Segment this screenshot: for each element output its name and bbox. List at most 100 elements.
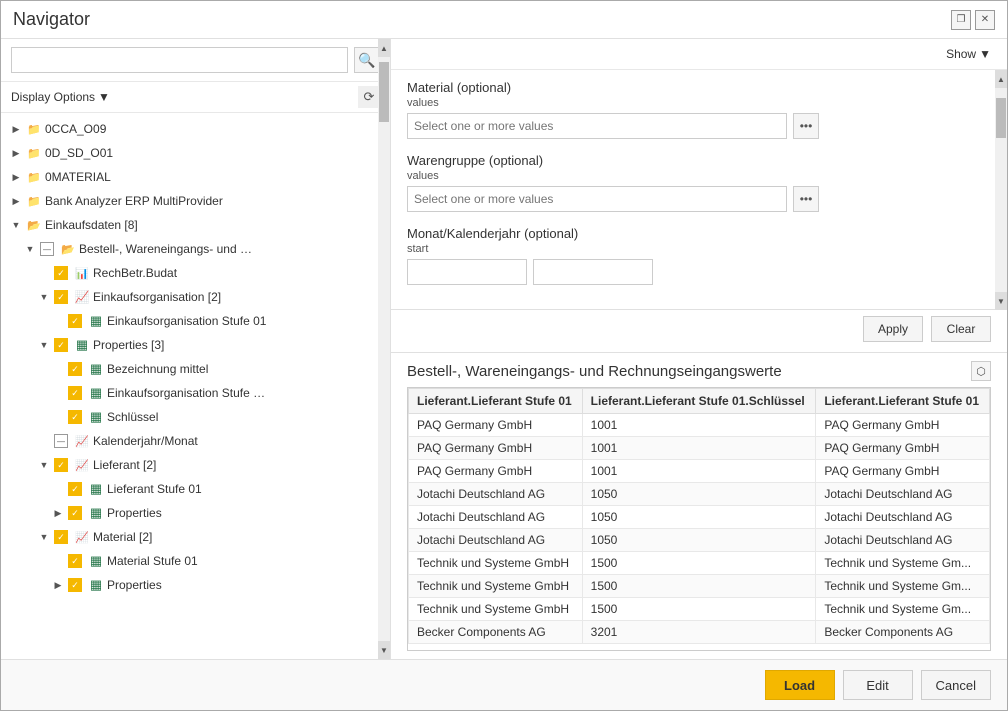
- cell: Technik und Systeme GmbH: [409, 575, 583, 598]
- cell: 1500: [582, 575, 816, 598]
- load-button[interactable]: Load: [765, 670, 835, 700]
- tree-item-bank[interactable]: 📁 Bank Analyzer ERP MultiProvider: [1, 189, 390, 213]
- param-group-material: Material (optional) values •••: [407, 80, 991, 139]
- param-input-warengruppe[interactable]: [407, 186, 787, 212]
- title-bar: Navigator ❐ ✕: [1, 1, 1007, 39]
- col-header-1: Lieferant.Lieferant Stufe 01: [409, 389, 583, 414]
- param-dots-button-material[interactable]: •••: [793, 113, 819, 139]
- tree-item-rechbetr[interactable]: 📊 RechBetr.Budat: [1, 261, 390, 285]
- params-scroll-down[interactable]: ▼: [995, 292, 1007, 310]
- cell: Becker Components AG: [409, 621, 583, 644]
- search-input[interactable]: [11, 47, 348, 73]
- param-input-monat-end[interactable]: [533, 259, 653, 285]
- tree-item-bezeichnung[interactable]: ▦ Bezeichnung mittel: [1, 357, 390, 381]
- clear-button[interactable]: Clear: [931, 316, 991, 342]
- cell: PAQ Germany GmbH: [816, 460, 990, 483]
- right-panel: Show ▼ Material (optional) values •••: [391, 39, 1007, 659]
- param-sublabel-monat: start: [407, 243, 991, 255]
- show-arrow: ▼: [979, 47, 991, 61]
- param-input-monat[interactable]: [407, 259, 527, 285]
- item-label: Einkaufsorganisation Stufe 01: [107, 314, 266, 328]
- measure-icon: 📈: [74, 457, 90, 473]
- parameters-section: Material (optional) values ••• Warengrup…: [391, 70, 1007, 310]
- edit-button[interactable]: Edit: [843, 670, 913, 700]
- item-label: Kalenderjahr/Monat: [93, 434, 198, 448]
- expand-arrow: [51, 386, 65, 400]
- chart-icon: 📊: [74, 265, 90, 281]
- scroll-down-button[interactable]: ▼: [378, 641, 390, 659]
- tree-item-kalenderjahr[interactable]: 📈 Kalenderjahr/Monat: [1, 429, 390, 453]
- expand-arrow: [9, 218, 23, 232]
- expand-arrow: [51, 554, 65, 568]
- left-scrollbar: ▲ ▼: [378, 39, 390, 659]
- table-icon: ▦: [88, 361, 104, 377]
- checkbox-checked: [54, 458, 68, 472]
- tree-item-0cca[interactable]: 📁 0CCA_O09: [1, 117, 390, 141]
- param-label-warengruppe: Warengruppe (optional): [407, 153, 991, 168]
- params-scroll-thumb: [996, 98, 1006, 138]
- parameters-area: Material (optional) values ••• Warengrup…: [391, 70, 1007, 310]
- tree-item-material[interactable]: 📈 Material [2]: [1, 525, 390, 549]
- tree-item-bestell[interactable]: 📂 Bestell-, Wareneingangs- und Rechnungs…: [1, 237, 390, 261]
- expand-arrow: [9, 194, 23, 208]
- param-input-material[interactable]: [407, 113, 787, 139]
- item-label: Material Stufe 01: [107, 554, 198, 568]
- cell: 1001: [582, 414, 816, 437]
- table-body: PAQ Germany GmbH1001PAQ Germany GmbH PAQ…: [409, 414, 990, 644]
- table-header: Lieferant.Lieferant Stufe 01 Lieferant.L…: [409, 389, 990, 414]
- folder-open-icon: 📂: [26, 217, 42, 233]
- checkbox-checked: [54, 530, 68, 544]
- expand-arrow: [37, 266, 51, 280]
- cell: Jotachi Deutschland AG: [409, 529, 583, 552]
- tree-item-material-stufe[interactable]: ▦ Material Stufe 01: [1, 549, 390, 573]
- tree-item-einkaufsdaten[interactable]: 📂 Einkaufsdaten [8]: [1, 213, 390, 237]
- checkbox-checked: [54, 338, 68, 352]
- cell: Jotachi Deutschland AG: [409, 483, 583, 506]
- tree-item-properties1[interactable]: ▦ Properties [3]: [1, 333, 390, 357]
- tree-item-schluessel[interactable]: ▦ Schlüssel: [1, 405, 390, 429]
- param-sublabel-material: values: [407, 97, 991, 109]
- tree-item-lieferant-stufe[interactable]: ▦ Lieferant Stufe 01: [1, 477, 390, 501]
- tree-item-0d[interactable]: 📁 0D_SD_O01: [1, 141, 390, 165]
- cancel-button[interactable]: Cancel: [921, 670, 991, 700]
- preview-title: Bestell-, Wareneingangs- und Rechnungsei…: [407, 363, 782, 380]
- table-row: PAQ Germany GmbH1001PAQ Germany GmbH: [409, 437, 990, 460]
- params-scroll-up[interactable]: ▲: [995, 70, 1007, 88]
- table-wrapper[interactable]: Lieferant.Lieferant Stufe 01 Lieferant.L…: [407, 387, 991, 651]
- tree-item-properties2[interactable]: ▦ Properties: [1, 501, 390, 525]
- tree-item-properties3[interactable]: ▦ Properties: [1, 573, 390, 597]
- tree-item-0mat[interactable]: 📁 0MATERIAL: [1, 165, 390, 189]
- search-bar: 🔍: [1, 39, 390, 82]
- refresh-button[interactable]: ⟳: [358, 86, 380, 108]
- tree-item-einkaufsorg-unique[interactable]: ▦ Einkaufsorganisation Stufe 01.UniqueNa…: [1, 381, 390, 405]
- display-options-button[interactable]: Display Options ▼: [11, 90, 110, 104]
- measure-icon: 📈: [74, 529, 90, 545]
- cell: Jotachi Deutschland AG: [409, 506, 583, 529]
- table-icon: ▦: [88, 481, 104, 497]
- table-row: Jotachi Deutschland AG1050Jotachi Deutsc…: [409, 506, 990, 529]
- cell: 1050: [582, 506, 816, 529]
- cell: 3201: [582, 621, 816, 644]
- tree-item-einkaufsorg[interactable]: 📈 Einkaufsorganisation [2]: [1, 285, 390, 309]
- restore-button[interactable]: ❐: [951, 10, 971, 30]
- scroll-up-button[interactable]: ▲: [378, 39, 390, 57]
- param-label-monat: Monat/Kalenderjahr (optional): [407, 226, 991, 241]
- item-label: Bestell-, Wareneingangs- und Rechnungsei…: [79, 242, 259, 256]
- close-button[interactable]: ✕: [975, 10, 995, 30]
- apply-button[interactable]: Apply: [863, 316, 923, 342]
- cell: PAQ Germany GmbH: [409, 437, 583, 460]
- tree-item-lieferant[interactable]: 📈 Lieferant [2]: [1, 453, 390, 477]
- search-button[interactable]: 🔍: [354, 47, 380, 73]
- checkbox-checked: [68, 482, 82, 496]
- show-button[interactable]: Show ▼: [940, 45, 997, 63]
- item-label: 0D_SD_O01: [45, 146, 113, 160]
- param-dots-button-warengruppe[interactable]: •••: [793, 186, 819, 212]
- params-scrollbar: ▲ ▼: [995, 70, 1007, 310]
- expand-arrow: [51, 410, 65, 424]
- scroll-thumb: [379, 62, 389, 122]
- main-content: 🔍 Display Options ▼ ⟳ 📁 0CCA_O09: [1, 39, 1007, 659]
- expand-arrow: [37, 290, 51, 304]
- preview-icon-button[interactable]: ⬡: [971, 361, 991, 381]
- tree-item-einkaufsorg-stufe[interactable]: ▦ Einkaufsorganisation Stufe 01: [1, 309, 390, 333]
- tree-area: 📁 0CCA_O09 📁 0D_SD_O01 📁 0MATERIAL: [1, 113, 390, 659]
